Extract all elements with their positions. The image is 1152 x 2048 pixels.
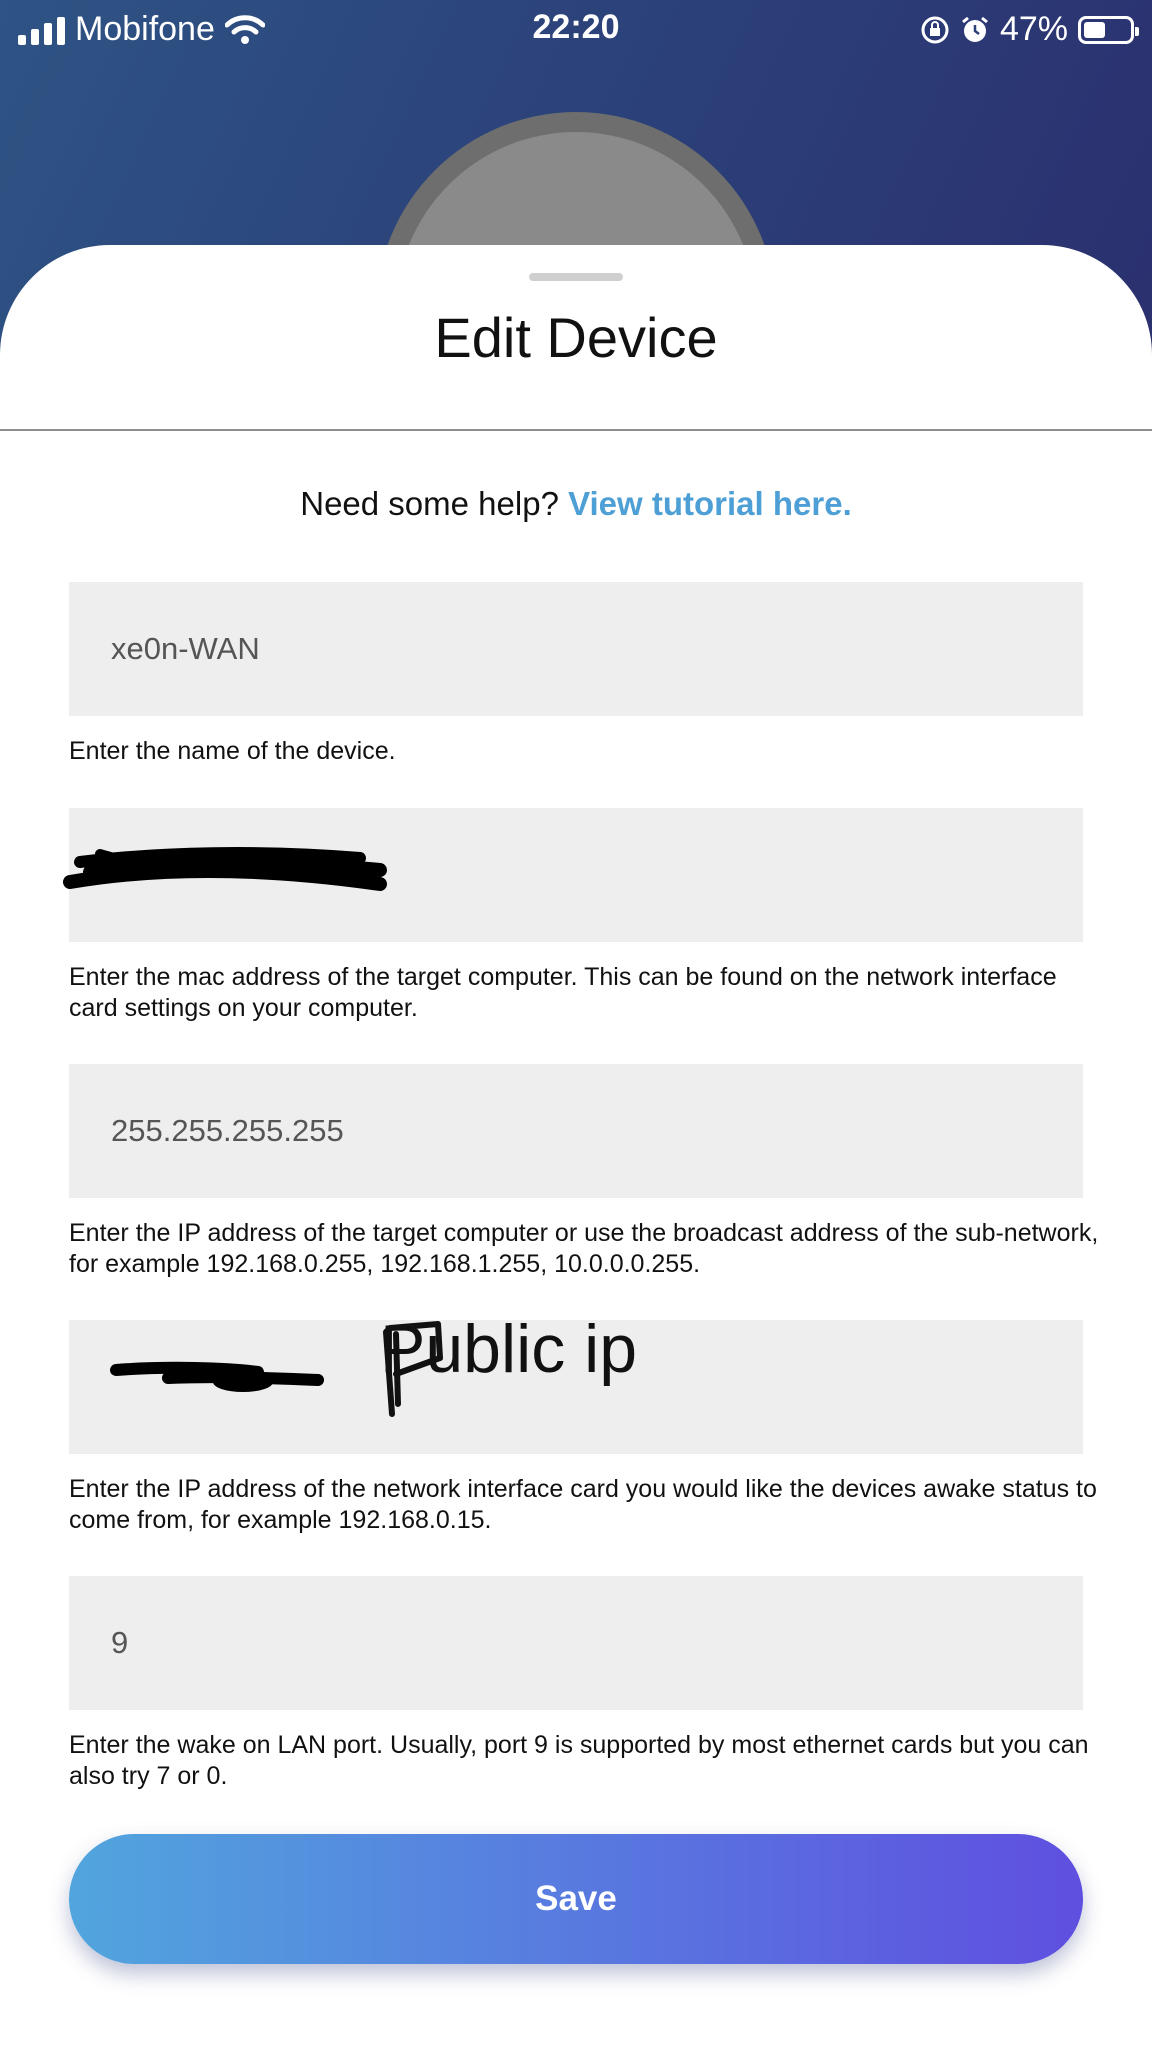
- battery-icon: [1078, 15, 1139, 44]
- title-divider: [0, 429, 1152, 431]
- device-name-input[interactable]: xe0n-WAN: [69, 582, 1083, 716]
- ip-address-input[interactable]: 255.255.255.255: [69, 1064, 1083, 1198]
- battery-level-fill: [1084, 21, 1105, 38]
- alarm-icon: [962, 16, 988, 42]
- redaction-scribble: [110, 1361, 324, 1392]
- help-prefix: Need some help?: [300, 485, 559, 522]
- device-name-hint: Enter the name of the device.: [69, 737, 396, 765]
- interface-ip-hint: Enter the IP address of the network inte…: [69, 1475, 1097, 1534]
- mac-address-hint: Enter the mac address of the target comp…: [69, 963, 1057, 1022]
- sheet-grabber[interactable]: [529, 273, 623, 281]
- save-button[interactable]: Save: [69, 1834, 1083, 1964]
- ip-address-hint: Enter the IP address of the target compu…: [69, 1219, 1099, 1278]
- view-tutorial-link[interactable]: View tutorial here.: [568, 485, 852, 522]
- sheet-title: Edit Device: [434, 306, 718, 369]
- battery-percent: 47%: [999, 10, 1068, 48]
- help-text: Need some help? View tutorial here.: [0, 485, 1152, 523]
- status-right: 47%: [920, 10, 1139, 49]
- wol-port-hint: Enter the wake on LAN port. Usually, por…: [69, 1731, 1089, 1790]
- redaction-scribble: [63, 847, 387, 891]
- wol-port-input[interactable]: 9: [69, 1576, 1083, 1710]
- public-ip-annotation: Public ip: [380, 1311, 638, 1387]
- status-bar: Mobifone 22:20 47%: [0, 0, 1152, 60]
- rotation-lock-icon: [921, 16, 949, 43]
